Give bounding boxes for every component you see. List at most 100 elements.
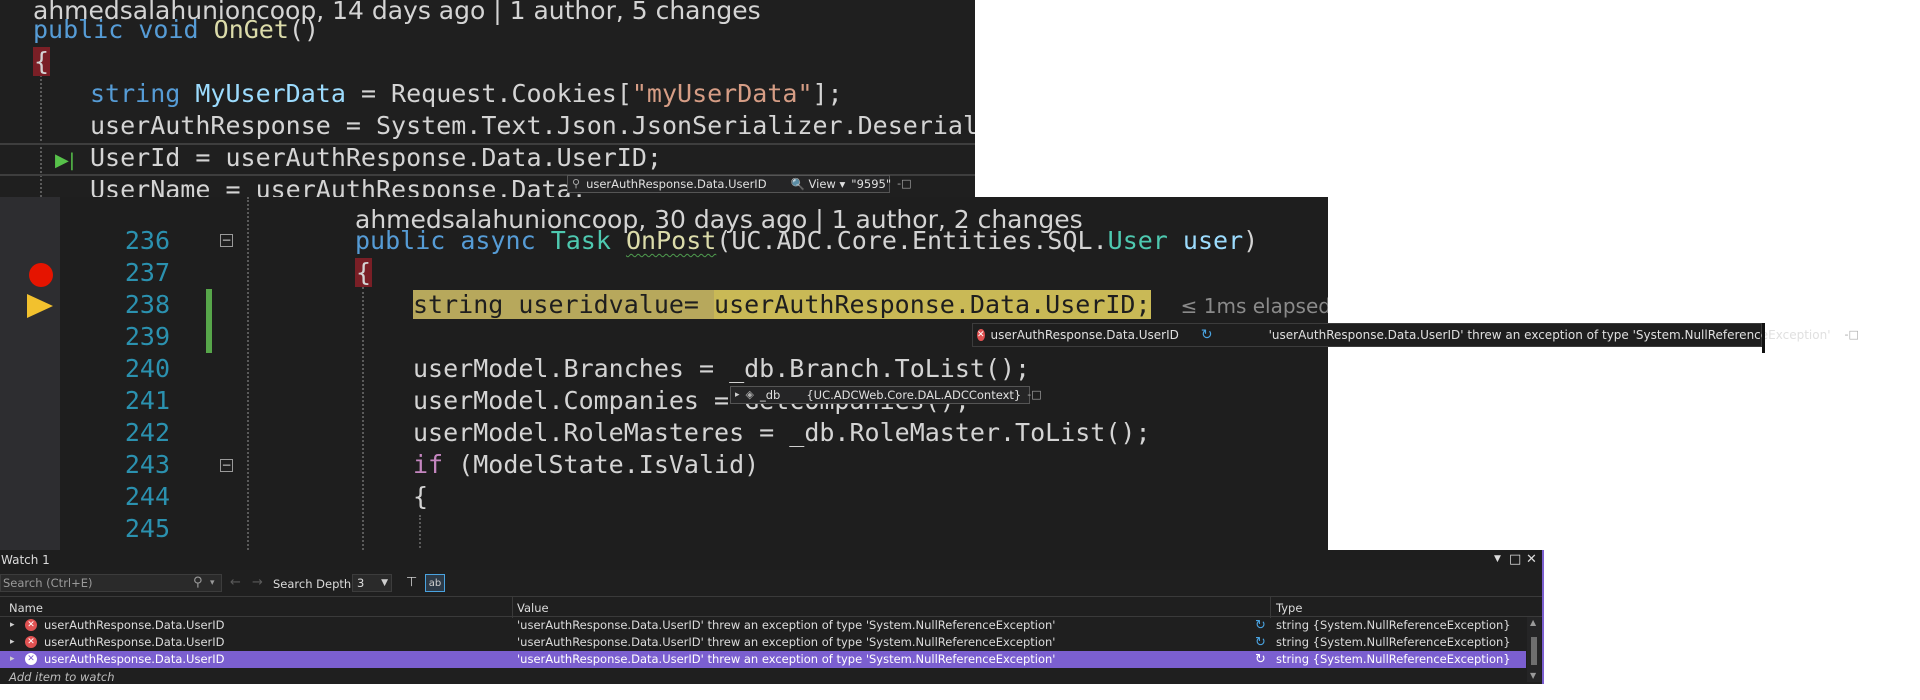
indent-guide [247, 197, 249, 550]
datatip-userid-value[interactable]: ⚲ userAuthResponse.Data.UserID 🔍 View ▾ … [567, 175, 912, 193]
watch-row-value[interactable]: 'userAuthResponse.Data.UserID' threw an … [517, 634, 1055, 651]
refresh-icon[interactable]: ↻ [1255, 617, 1266, 634]
code-line-236: public async Task OnPost(UC.ADC.Core.Ent… [355, 226, 1259, 255]
code-line-myuserdata: string MyUserData = Request.Cookies["myU… [90, 79, 843, 108]
datatip-error-value: 'userAuthResponse.Data.UserID' threw an … [1268, 328, 1831, 342]
search-depth-select[interactable]: 3 ▼ [352, 574, 392, 592]
line-number: 242 [124, 418, 170, 447]
error-icon: ✕ [25, 636, 37, 648]
window-menu-chevron-icon[interactable]: ▼ [1494, 554, 1501, 564]
pin-filter-icon[interactable]: ⊤ [406, 575, 417, 590]
change-tracking-bar [206, 289, 212, 353]
column-value[interactable]: Value [517, 601, 549, 615]
datatip-error-expression: userAuthResponse.Data.UserID [990, 328, 1179, 342]
indent-guide [419, 515, 421, 550]
watch-title: Watch 1 [1, 553, 50, 567]
watch-row-selected[interactable]: ▸ ✕ userAuthResponse.Data.UserID 'userAu… [0, 651, 1526, 668]
expand-icon[interactable]: ▸ [10, 617, 15, 634]
code-line-242: userModel.RoleMasteres = _db.RoleMaster.… [413, 418, 1151, 447]
back-arrow-icon[interactable]: ← [230, 575, 241, 590]
indicator-margin[interactable] [0, 197, 60, 550]
datatip-value: "9595" [851, 177, 892, 191]
datatip-db-expression: _db [760, 388, 781, 402]
watch-row-type: string {System.NullReferenceException} [1276, 618, 1511, 632]
scroll-up-icon[interactable]: ▲ [1530, 618, 1536, 627]
watch-row-value[interactable]: 'userAuthResponse.Data.UserID' threw an … [517, 617, 1055, 634]
pin-datatip-icon[interactable]: -□ [1027, 386, 1041, 404]
fold-collapse-icon[interactable]: − [220, 459, 233, 472]
refresh-icon[interactable]: ↻ [1255, 651, 1266, 668]
expand-icon[interactable]: ▸ [10, 651, 15, 668]
watch-row-name[interactable]: userAuthResponse.Data.UserID [44, 634, 225, 651]
main-code-editor[interactable]: 236 237 238 239 240 241 242 243 244 245 … [0, 197, 1328, 550]
execution-arrow-icon[interactable] [27, 294, 53, 318]
column-divider[interactable] [1270, 597, 1271, 618]
datatip-edge [1762, 323, 1765, 353]
step-marker-icon[interactable]: ▶| [55, 150, 75, 171]
add-item-to-watch[interactable]: Add item to watch [9, 670, 115, 684]
code-line-243: if (ModelState.IsValid) [413, 450, 760, 479]
expand-icon[interactable]: ▸ [735, 386, 740, 404]
search-depth-label: Search Depth: [273, 577, 356, 591]
hex-toggle-icon[interactable]: ab [425, 574, 445, 592]
maximize-icon[interactable]: □ [1509, 552, 1521, 567]
indent-guide [40, 60, 42, 197]
watch-row-name[interactable]: userAuthResponse.Data.UserID [44, 617, 225, 634]
line-number: 245 [124, 514, 170, 543]
pin-datatip-icon[interactable]: -□ [1845, 323, 1859, 347]
refresh-icon[interactable]: ↻ [1201, 323, 1213, 347]
breakpoint-icon[interactable] [29, 263, 53, 287]
search-options-chevron-icon[interactable]: ▾ [210, 578, 215, 588]
error-icon: ✕ [25, 653, 37, 665]
scroll-down-icon[interactable]: ▼ [1530, 671, 1536, 680]
field-icon: ◈ [745, 388, 754, 401]
search-input[interactable]: Search (Ctrl+E) [0, 574, 222, 592]
line-number: 244 [124, 482, 170, 511]
code-line-240: userModel.Branches = _db.Branch.ToList()… [413, 354, 1031, 383]
code-line-open-brace: { [33, 47, 51, 76]
pin-datatip-icon[interactable]: -□ [897, 175, 911, 193]
datatip-expression: userAuthResponse.Data.UserID [586, 177, 767, 191]
refresh-icon[interactable]: ↻ [1255, 634, 1266, 651]
code-line-237: { [355, 258, 373, 287]
column-divider[interactable] [512, 597, 513, 618]
perftip-elapsed[interactable]: ≤ 1ms elapsed [1181, 294, 1328, 318]
watch-row[interactable]: ▸ ✕ userAuthResponse.Data.UserID 'userAu… [0, 617, 1526, 634]
code-line-username: UserName = userAuthResponse.Data. [90, 175, 587, 197]
datatip-db-value: {UC.ADCWeb.Core.DAL.ADCContext} [806, 388, 1022, 402]
column-type[interactable]: Type [1276, 601, 1302, 615]
watch-row-name[interactable]: userAuthResponse.Data.UserID [44, 651, 225, 668]
search-icon[interactable]: ⚲ [193, 575, 203, 590]
watch-column-header: Name Value Type [0, 596, 1542, 618]
watch-title-bar[interactable]: Watch 1 ▼ □ ✕ [0, 550, 1542, 571]
line-number: 239 [124, 322, 170, 351]
datatip-db[interactable]: ▸ ◈ _db {UC.ADCWeb.Core.DAL.ADCContext} … [730, 386, 1042, 404]
error-icon: ✕ [977, 329, 985, 341]
code-line-onget: public void OnGet() [33, 15, 320, 44]
datatip-error[interactable]: ✕ userAuthResponse.Data.UserID ↻ 'userAu… [972, 323, 1859, 347]
line-number: 237 [124, 258, 170, 287]
watch-row-type: string {System.NullReferenceException} [1276, 652, 1511, 666]
watch-scrollbar[interactable]: ▲ ▼ [1527, 617, 1541, 682]
error-icon: ✕ [25, 619, 37, 631]
close-icon[interactable]: ✕ [1526, 552, 1537, 567]
fold-collapse-icon[interactable]: − [220, 234, 233, 247]
code-line-244: { [413, 482, 429, 511]
watch-toolbar: Search (Ctrl+E) ⚲ ▾ ← → Search Depth: 3 ▼… [0, 570, 1542, 596]
indent-guide [362, 287, 364, 550]
watch-window[interactable]: Watch 1 ▼ □ ✕ Search (Ctrl+E) ⚲ ▾ ← → Se… [0, 550, 1544, 684]
top-code-snippet: ahmedsalahunioncoop, 14 days ago | 1 aut… [0, 0, 975, 197]
datatip-view-button[interactable]: 🔍 View ▾ [791, 175, 846, 193]
expand-icon[interactable]: ▸ [10, 634, 15, 651]
watch-row-value[interactable]: 'userAuthResponse.Data.UserID' threw an … [517, 651, 1055, 668]
watch-row[interactable]: ▸ ✕ userAuthResponse.Data.UserID 'userAu… [0, 634, 1526, 651]
code-line-238-current-statement[interactable]: string useridvalue= userAuthResponse.Dat… [413, 289, 1328, 322]
column-name[interactable]: Name [9, 601, 43, 615]
line-number: 243 [124, 450, 170, 479]
pin-icon[interactable]: ⚲ [572, 175, 580, 193]
code-line-deserialize: userAuthResponse = System.Text.Json.Json… [90, 111, 975, 140]
scrollbar-thumb[interactable] [1531, 637, 1537, 665]
line-number: 236 [124, 226, 170, 255]
forward-arrow-icon[interactable]: → [252, 575, 263, 590]
line-number: 238 [124, 290, 170, 319]
